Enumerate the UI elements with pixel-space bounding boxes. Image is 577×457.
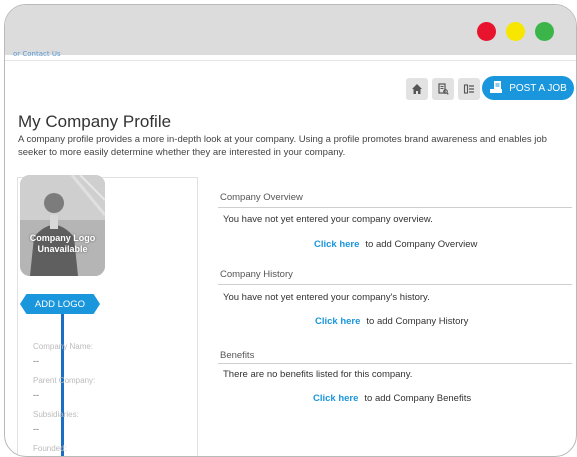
benefits-text: There are no benefits listed for this co…: [223, 369, 413, 380]
page-description: A company profile provides a more in-dep…: [18, 134, 547, 158]
company-history-cta: Click here to add Company History: [315, 316, 468, 327]
search-document-button[interactable]: [432, 78, 454, 100]
search-document-icon: [438, 83, 449, 95]
parent-company-label: Parent Company:: [33, 376, 96, 385]
company-logo-placeholder: Company Logo Unavailable: [20, 175, 105, 276]
subsidiaries-label: Subsidiaries:: [33, 410, 79, 419]
window-titlebar: [5, 5, 576, 55]
section-divider: [218, 284, 572, 285]
add-company-history-link[interactable]: Click here: [315, 316, 360, 327]
company-name-value: --: [33, 356, 39, 366]
breadcrumb[interactable]: or Contact Us: [13, 50, 61, 58]
add-logo-button[interactable]: ADD LOGO: [20, 294, 100, 314]
logo-placeholder-line-1: Company Logo: [29, 233, 96, 243]
company-name-label: Company Name:: [33, 342, 94, 351]
subsidiaries-value: --: [33, 424, 39, 434]
maximize-window-button[interactable]: [535, 22, 554, 41]
company-overview-heading: Company Overview: [220, 192, 303, 203]
add-company-benefits-text: to add Company Benefits: [364, 393, 472, 404]
add-company-history-text: to add Company History: [366, 316, 469, 327]
list-button[interactable]: [458, 78, 480, 100]
post-a-job-label: POST A JOB: [509, 82, 567, 94]
benefits-cta: Click here to add Company Benefits: [313, 393, 471, 404]
founded-label: Founded:: [33, 444, 67, 453]
add-company-overview-text: to add Company Overview: [365, 239, 478, 250]
breadcrumb-divider: [5, 60, 576, 61]
close-window-button[interactable]: [477, 22, 496, 41]
person-photo-icon: [20, 175, 105, 276]
add-company-benefits-link[interactable]: Click here: [313, 393, 358, 404]
company-history-heading: Company History: [220, 269, 293, 280]
section-divider: [218, 207, 572, 208]
page-title: My Company Profile: [18, 112, 172, 131]
parent-company-value: --: [33, 390, 39, 400]
benefits-heading: Benefits: [220, 350, 255, 361]
company-overview-cta: Click here to add Company Overview: [314, 239, 477, 250]
company-history-text: You have not yet entered your company's …: [223, 292, 430, 303]
logo-placeholder-line-2: Unavailable: [37, 244, 88, 254]
section-divider: [218, 363, 572, 364]
post-a-job-button[interactable]: POST A JOB: [482, 76, 574, 100]
list-icon: [463, 84, 474, 94]
post-job-icon: [489, 80, 503, 97]
callout-pointer-line: [61, 314, 64, 456]
home-icon: [412, 84, 422, 94]
browser-window: or Contact Us POST A JOB My Company Prof…: [4, 4, 577, 457]
add-company-overview-link[interactable]: Click here: [314, 239, 359, 250]
company-overview-text: You have not yet entered your company ov…: [223, 214, 433, 225]
minimize-window-button[interactable]: [506, 22, 525, 41]
home-button[interactable]: [406, 78, 428, 100]
